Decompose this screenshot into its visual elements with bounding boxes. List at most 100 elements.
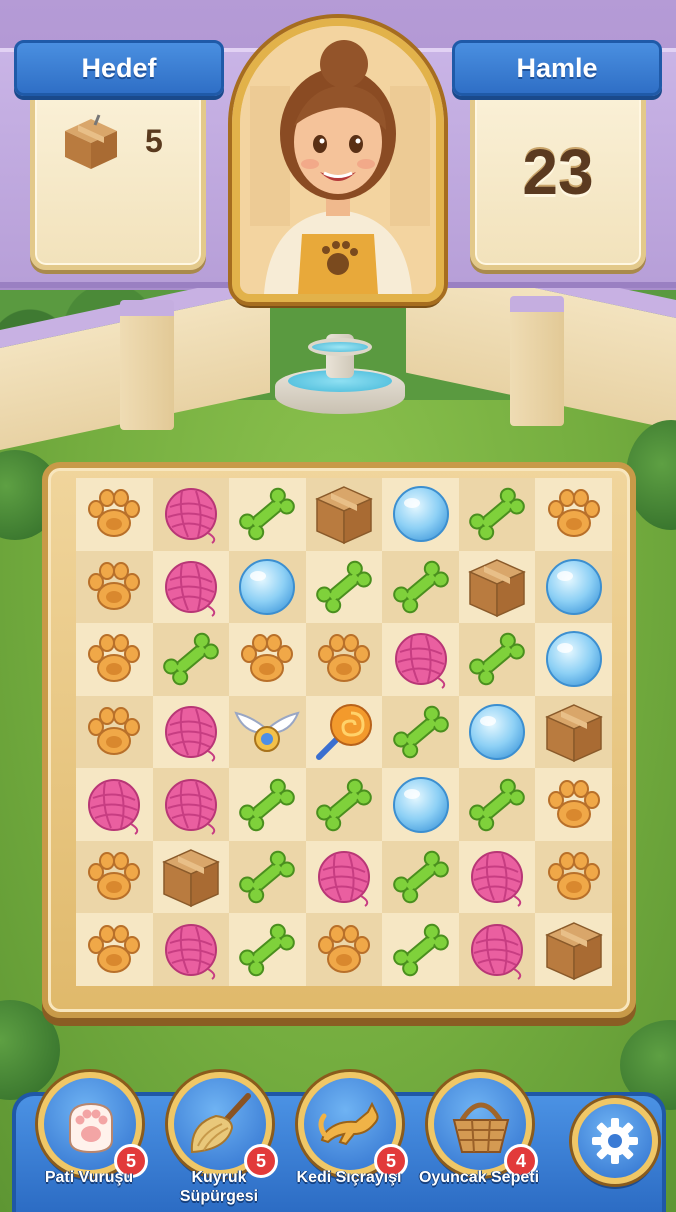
bubble-tile[interactable] xyxy=(234,554,300,620)
bone-tile[interactable] xyxy=(234,772,300,838)
bone-tile[interactable] xyxy=(388,917,454,983)
board-cell[interactable] xyxy=(76,478,153,551)
paw-tile[interactable] xyxy=(311,626,377,692)
board-cell[interactable] xyxy=(76,695,153,769)
bone-tile[interactable] xyxy=(234,481,300,547)
wing-charm-tile[interactable] xyxy=(234,699,301,765)
bone-tile[interactable] xyxy=(311,554,377,620)
board-cell[interactable] xyxy=(458,695,536,769)
board-cell[interactable] xyxy=(535,478,612,551)
bone-tile[interactable] xyxy=(234,844,300,910)
board-cell[interactable] xyxy=(229,695,306,769)
box-tile[interactable] xyxy=(311,481,377,547)
settings-button[interactable] xyxy=(572,1098,658,1184)
paw-tile[interactable] xyxy=(81,844,147,910)
paw-tile[interactable] xyxy=(81,917,147,983)
bone-tile[interactable] xyxy=(464,626,530,692)
yarn-tile[interactable] xyxy=(158,772,224,838)
yarn-tile[interactable] xyxy=(388,626,454,692)
paw-tile[interactable] xyxy=(234,626,300,692)
board-cell[interactable] xyxy=(382,840,459,914)
yarn-tile[interactable] xyxy=(464,917,530,983)
yarn-tile[interactable] xyxy=(158,699,224,765)
paw-tile[interactable] xyxy=(81,554,147,620)
board-cell[interactable] xyxy=(305,768,383,841)
paw-tile[interactable] xyxy=(311,917,377,983)
board-cell[interactable] xyxy=(305,550,383,624)
board-cell[interactable] xyxy=(229,840,306,914)
board-cell[interactable] xyxy=(535,695,612,769)
board-cell[interactable] xyxy=(229,550,306,624)
box-tile[interactable] xyxy=(541,917,607,983)
bone-tile[interactable] xyxy=(311,772,377,838)
booster-toy-basket[interactable]: 4 Oyuncak Sepeti xyxy=(419,1072,539,1212)
paw-tile[interactable] xyxy=(541,772,607,838)
board-cell[interactable] xyxy=(458,623,536,696)
board-cell[interactable] xyxy=(152,695,230,769)
board-cell[interactable] xyxy=(76,913,153,986)
board-cell[interactable] xyxy=(152,840,230,914)
board-cell[interactable] xyxy=(458,768,536,841)
board-cell[interactable] xyxy=(382,623,459,696)
board-cell[interactable] xyxy=(535,550,612,624)
board-cell[interactable] xyxy=(305,913,383,986)
booster-paw-strike[interactable]: 5 Pati Vuruşu xyxy=(34,1072,148,1212)
board-cell[interactable] xyxy=(382,768,459,841)
board-cell[interactable] xyxy=(76,840,153,914)
bone-tile[interactable] xyxy=(388,844,454,910)
board-cell[interactable] xyxy=(305,478,383,551)
board-cell[interactable] xyxy=(229,623,306,696)
box-tile[interactable] xyxy=(464,554,530,620)
board-cell[interactable] xyxy=(152,768,230,841)
board-cell[interactable] xyxy=(535,623,612,696)
yarn-tile[interactable] xyxy=(81,772,147,838)
bubble-tile[interactable] xyxy=(541,554,607,620)
board-cell[interactable] xyxy=(458,913,536,986)
paw-tile[interactable] xyxy=(541,481,607,547)
board-cell[interactable] xyxy=(305,840,383,914)
whistle-tile[interactable] xyxy=(311,699,377,765)
board-cell[interactable] xyxy=(458,550,536,624)
board-cell[interactable] xyxy=(535,913,612,986)
yarn-tile[interactable] xyxy=(158,481,224,547)
board-cell[interactable] xyxy=(458,840,536,914)
paw-tile[interactable] xyxy=(541,844,607,910)
yarn-tile[interactable] xyxy=(158,554,224,620)
yarn-tile[interactable] xyxy=(158,917,224,983)
board-cell[interactable] xyxy=(76,550,153,624)
board-cell[interactable] xyxy=(152,623,230,696)
box-tile[interactable] xyxy=(158,844,224,910)
board-cell[interactable] xyxy=(382,550,459,624)
board-cell[interactable] xyxy=(382,695,459,769)
bubble-tile[interactable] xyxy=(388,481,454,547)
paw-tile[interactable] xyxy=(81,626,147,692)
board-cell[interactable] xyxy=(152,478,230,551)
bone-tile[interactable] xyxy=(158,626,224,692)
board-cell[interactable] xyxy=(76,623,153,696)
board-cell[interactable] xyxy=(535,840,612,914)
bone-tile[interactable] xyxy=(464,481,530,547)
board-cell[interactable] xyxy=(305,695,383,769)
bone-tile[interactable] xyxy=(234,917,300,983)
board-cell[interactable] xyxy=(382,478,459,551)
booster-tail-sweep[interactable]: 5 Kuyruk Süpürgesi xyxy=(164,1072,278,1212)
board-cell[interactable] xyxy=(229,768,306,841)
board-cell[interactable] xyxy=(152,913,230,986)
board-cell[interactable] xyxy=(458,478,536,551)
bone-tile[interactable] xyxy=(388,554,454,620)
paw-tile[interactable] xyxy=(81,699,147,765)
yarn-tile[interactable] xyxy=(311,844,377,910)
board-cell[interactable] xyxy=(305,623,383,696)
yarn-tile[interactable] xyxy=(464,844,530,910)
board-cell[interactable] xyxy=(229,913,306,986)
bone-tile[interactable] xyxy=(464,772,530,838)
booster-cat-jump[interactable]: 5 Kedi Sıçrayışı xyxy=(294,1072,408,1212)
bubble-tile[interactable] xyxy=(388,772,454,838)
box-tile[interactable] xyxy=(541,699,607,765)
bone-tile[interactable] xyxy=(388,699,454,765)
paw-tile[interactable] xyxy=(81,481,147,547)
bubble-tile[interactable] xyxy=(541,626,607,692)
board-cell[interactable] xyxy=(76,768,153,841)
board-cell[interactable] xyxy=(152,550,230,624)
bubble-tile[interactable] xyxy=(464,699,530,765)
